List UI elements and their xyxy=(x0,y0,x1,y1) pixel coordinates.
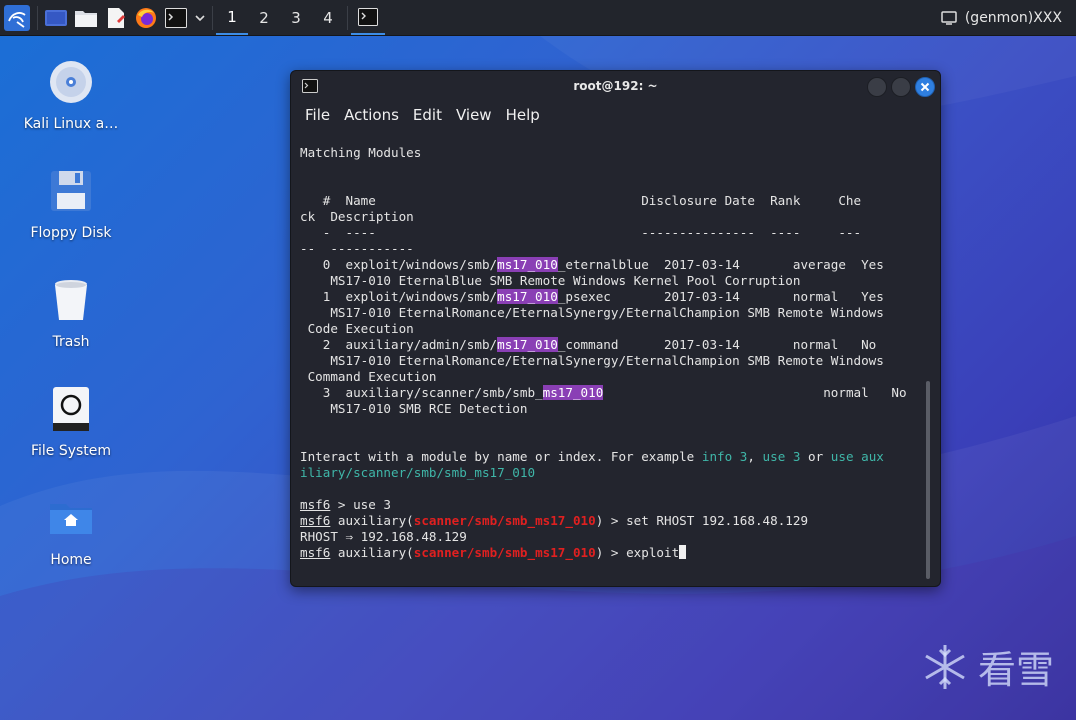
file-manager-launcher[interactable] xyxy=(71,3,101,33)
output-line: Code Execution xyxy=(300,321,414,336)
firefox-icon xyxy=(136,7,156,28)
output-line: MS17-010 EternalRomance/EternalSynergy/E… xyxy=(300,305,884,320)
output-line: iliary/scanner/smb/smb_ms17_010 xyxy=(300,465,536,480)
minimize-button[interactable] xyxy=(867,77,887,97)
launcher-dropdown[interactable] xyxy=(191,3,209,33)
kali-menu-button[interactable] xyxy=(0,3,34,33)
desktop-icon-label: Trash xyxy=(52,334,90,350)
output-line: # Name Disclosure Date Rank Che xyxy=(300,193,862,208)
desktop-icon-label: Floppy Disk xyxy=(30,225,112,241)
disc-icon xyxy=(50,61,92,103)
taskbar-terminal-window[interactable] xyxy=(351,0,385,35)
desktop-icon-trash[interactable]: Trash xyxy=(11,276,131,350)
panel-separator xyxy=(37,5,38,30)
kali-dragon-icon xyxy=(4,4,30,31)
output-line: ck Description xyxy=(300,209,414,224)
search-highlight: ms17_010 xyxy=(497,289,558,304)
command-input[interactable]: exploit xyxy=(626,545,679,560)
search-highlight: ms17_010 xyxy=(497,337,558,352)
desktop-icon xyxy=(45,9,67,26)
desktop-icon-file-system[interactable]: File System xyxy=(11,385,131,459)
desktop-icon-label: Home xyxy=(50,552,92,568)
workspace-2[interactable]: 2 xyxy=(248,0,280,35)
search-highlight: ms17_010 xyxy=(497,257,558,272)
output-line: MS17-010 EternalRomance/EternalSynergy/E… xyxy=(300,353,884,368)
floppy-icon xyxy=(51,171,91,211)
desktop-icon-label: Kali Linux a… xyxy=(23,116,119,132)
output-line: Command Execution xyxy=(300,369,437,384)
genmon-plugin[interactable]: (genmon)XXX xyxy=(941,0,1062,35)
terminal-menubar: File Actions Edit View Help xyxy=(291,101,940,129)
desktop-icon-kali-linux[interactable]: Kali Linux a… xyxy=(11,58,131,132)
panel-separator xyxy=(347,5,348,30)
top-panel: 1 2 3 4 (genmon)XXX xyxy=(0,0,1076,36)
output-line: ================ xyxy=(300,161,421,171)
folder-icon xyxy=(75,10,97,27)
terminal-scrollbar[interactable] xyxy=(926,381,930,579)
search-highlight: ms17_010 xyxy=(542,385,604,400)
output-line: MS17-010 SMB RCE Detection xyxy=(300,401,528,416)
output-line: MS17-010 EternalBlue SMB Remote Windows … xyxy=(300,273,801,288)
menu-edit[interactable]: Edit xyxy=(413,106,442,124)
home-folder-icon xyxy=(50,504,92,534)
output-line: RHOST ⇒ 192.168.48.129 xyxy=(300,529,467,544)
terminal-titlebar[interactable]: root@192: ~ xyxy=(291,71,940,101)
close-button[interactable] xyxy=(915,77,935,97)
menu-help[interactable]: Help xyxy=(506,106,540,124)
prompt-line: msf6 auxiliary(scanner/smb/smb_ms17_010)… xyxy=(300,513,809,528)
genmon-label: (genmon)XXX xyxy=(964,9,1062,26)
monitor-icon xyxy=(941,10,957,25)
module-row-1: 1 exploit/windows/smb/ms17_010_psexec 20… xyxy=(300,289,884,304)
desktop-icon-label: File System xyxy=(30,443,112,459)
menu-file[interactable]: File xyxy=(305,106,330,124)
firefox-launcher[interactable] xyxy=(131,3,161,33)
text-cursor xyxy=(679,545,687,559)
prompt-line: msf6 > use 3 xyxy=(300,497,392,512)
window-title: root@192: ~ xyxy=(573,79,658,93)
terminal-icon xyxy=(165,7,187,28)
desktop-icon-home[interactable]: Home xyxy=(11,494,131,568)
trash-icon xyxy=(55,280,87,320)
drive-icon xyxy=(53,387,89,431)
module-row-3: 3 auxiliary/scanner/smb/smb_ms17_010 nor… xyxy=(300,385,907,400)
menu-view[interactable]: View xyxy=(456,106,492,124)
panel-separator xyxy=(212,5,213,30)
show-desktop-button[interactable] xyxy=(41,3,71,33)
desktop-icon-floppy-disk[interactable]: Floppy Disk xyxy=(11,167,131,241)
terminal-icon xyxy=(358,7,378,26)
menu-actions[interactable]: Actions xyxy=(344,106,399,124)
snowflake-icon xyxy=(925,644,965,689)
text-editor-launcher[interactable] xyxy=(101,3,131,33)
module-row-2: 2 auxiliary/admin/smb/ms17_010_command 2… xyxy=(300,337,877,352)
output-line: Interact with a module by name or index.… xyxy=(300,449,884,464)
workspace-3[interactable]: 3 xyxy=(280,0,312,35)
workspace-1[interactable]: 1 xyxy=(216,0,248,35)
text-editor-icon xyxy=(108,7,125,28)
watermark: 看雪 xyxy=(920,639,1054,694)
prompt-line[interactable]: msf6 auxiliary(scanner/smb/smb_ms17_010)… xyxy=(300,545,687,561)
chevron-down-icon xyxy=(195,14,205,21)
watermark-text: 看雪 xyxy=(977,648,1054,692)
terminal-window[interactable]: root@192: ~ File Actions Edit View Help … xyxy=(290,70,941,587)
close-icon xyxy=(920,82,930,92)
output-line: - ---- --------------- ---- --- xyxy=(300,225,862,240)
maximize-button[interactable] xyxy=(891,77,911,97)
terminal-launcher[interactable] xyxy=(161,3,191,33)
output-line: -- ----------- xyxy=(300,241,414,256)
terminal-output[interactable]: Matching Modules ================ # Name… xyxy=(291,137,923,586)
workspace-4[interactable]: 4 xyxy=(312,0,344,35)
module-row-0: 0 exploit/windows/smb/ms17_010_eternalbl… xyxy=(300,257,884,272)
